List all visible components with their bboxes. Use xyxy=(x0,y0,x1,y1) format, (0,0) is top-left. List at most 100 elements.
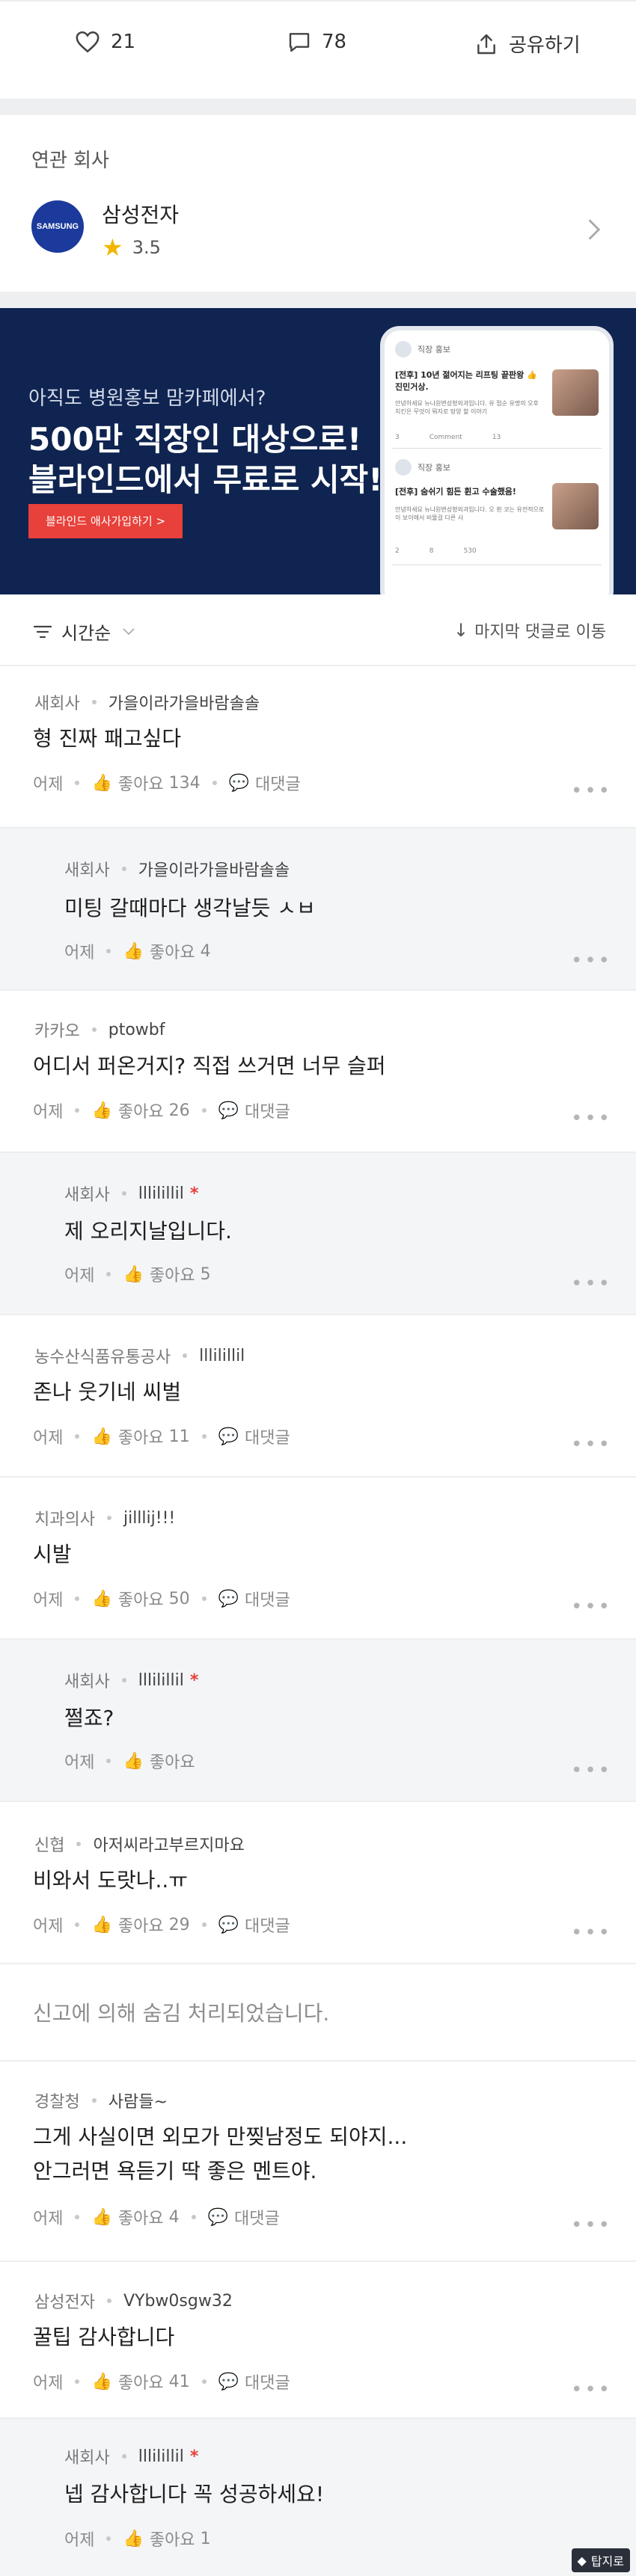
chevron-down-icon xyxy=(123,627,135,635)
more-options-icon[interactable]: ••• xyxy=(571,1596,612,1618)
comment-item: 신협 아저씨라고부르지마요 비와서 도랏나..ㅠ 어제 👍 좋아요 29 💬 대댓글 … xyxy=(0,1801,636,1963)
share-icon xyxy=(477,34,495,54)
sort-label: 시간순 xyxy=(61,623,111,644)
more-options-icon[interactable]: ••• xyxy=(571,2379,612,2401)
comment-nickname: 가을이라가을바람솔솔 xyxy=(108,695,260,713)
banner-cta-button[interactable]: 블라인드 애사가입하기 > xyxy=(28,504,183,538)
phone-post-2: [전후] 숨쉬기 힘든 휜고 수술했음! 안녕하세요 뉴나원변성형외과입니다. … xyxy=(392,483,602,565)
arrow-down-icon: ↓ xyxy=(453,620,469,641)
comment-nickname: lllilillil xyxy=(199,1346,245,1365)
comment-like-button[interactable]: 👍 좋아요 50 xyxy=(91,1587,189,1611)
comment-like-button[interactable]: 👍 좋아요 134 xyxy=(91,771,200,795)
banner-line2: 500만 직장인 대상으로! xyxy=(28,421,362,458)
more-options-icon[interactable]: ••• xyxy=(571,1107,612,1130)
comment-time: 어제 xyxy=(33,2374,64,2393)
comment-item: 새회사 가을이라가을바람솔솔 형 진짜 패고싶다 어제 👍 좋아요 134 💬 대댓글… xyxy=(0,665,636,827)
more-options-icon[interactable]: ••• xyxy=(571,1273,612,1295)
more-options-icon[interactable]: ••• xyxy=(571,1433,612,1456)
comment-nickname: 아저씨라고부르지마요 xyxy=(93,1836,245,1855)
comment-like-button[interactable]: 👍 좋아요 41 xyxy=(91,2370,189,2394)
comment-time: 어제 xyxy=(64,2531,95,2550)
more-options-icon[interactable]: ••• xyxy=(571,1922,612,1944)
comment-like-button[interactable]: 👍 좋아요 26 xyxy=(91,1098,189,1122)
thumbs-up-icon: 👍 xyxy=(91,2372,112,2391)
like-count: 21 xyxy=(111,31,136,53)
section-title: 연관 회사 xyxy=(31,150,109,172)
comment-like-button[interactable]: 👍 좋아요 xyxy=(123,1749,195,1773)
hidden-comment: 신고에 의해 숨김 처리되었습니다. xyxy=(0,1963,636,2060)
reply-button[interactable]: 💬 대댓글 xyxy=(218,1913,290,1937)
thumbs-up-icon: 👍 xyxy=(91,1427,112,1446)
comment-text: 존나 웃기네 씨벌 xyxy=(33,1380,182,1404)
phone-header-2: 직장 홍보 xyxy=(395,459,450,476)
reply-button[interactable]: 💬 대댓글 xyxy=(218,1424,290,1448)
speech-bubble-icon: 💬 xyxy=(207,2207,229,2227)
comment-time: 어제 xyxy=(33,1103,64,1122)
phone-header: 직장 홍보 xyxy=(395,341,450,357)
like-button[interactable]: 21 xyxy=(75,30,135,54)
reply-button[interactable]: 💬 대댓글 xyxy=(229,771,301,795)
section-gap xyxy=(0,99,636,115)
jump-to-last-button[interactable]: ↓ 마지막 댓글로 이동 xyxy=(453,618,606,642)
comment-text: 시발 xyxy=(33,1542,72,1567)
comment-time: 어제 xyxy=(64,1267,95,1285)
comment-time: 어제 xyxy=(33,775,64,794)
speech-bubble-icon: 💬 xyxy=(218,2372,239,2391)
more-options-icon[interactable]: ••• xyxy=(571,1759,612,1782)
reply-button[interactable]: 💬 대댓글 xyxy=(208,2205,280,2229)
phone-post-1: [전후] 10년 젊어지는 리프팅 끝판왕 👍 진민거상. 안녕하세요 뉴나원변… xyxy=(392,366,602,449)
comment-company: 치과의사 xyxy=(34,1510,95,1529)
comment-like-button[interactable]: 👍 좋아요 1 xyxy=(123,2527,210,2551)
comment-item: 경찰청 사람들~ 그게 사실이면 외모가 만찢남정도 되야지... 안그러면 욕듣… xyxy=(0,2060,636,2260)
ad-banner[interactable]: 아직도 병원홍보 맘카페에서? 500만 직장인 대상으로! 블라인드에서 무료… xyxy=(0,308,636,594)
comment-company: 새회사 xyxy=(64,1673,110,1691)
sort-dropdown[interactable]: 시간순 xyxy=(33,618,135,645)
reply-item: 새회사 lllilillil * 제 오리지날입니다. 어제 👍 좋아요 5 ••• xyxy=(0,1152,636,1314)
comment-icon xyxy=(289,33,310,52)
comment-nickname: 사람들~ xyxy=(108,2093,168,2112)
hidden-notice: 신고에 의해 숨김 처리되었습니다. xyxy=(33,2001,330,2026)
heart-icon xyxy=(76,31,100,53)
comment-nickname: lllilillil xyxy=(138,1184,184,1203)
more-options-icon[interactable]: ••• xyxy=(571,780,612,802)
company-name: 삼성전자 xyxy=(102,203,180,227)
comment-nickname: jilllij!!! xyxy=(123,1508,176,1528)
comment-time: 어제 xyxy=(33,1917,64,1936)
more-options-icon[interactable]: ••• xyxy=(571,950,612,972)
reply-item: 새회사 lllilillil * 쩔죠? 어제 👍 좋아요 ••• xyxy=(0,1638,636,1801)
logo-icon: ◆ xyxy=(577,2553,587,2568)
comment-text: 넵 감사합니다 꼭 성공하세요! xyxy=(64,2482,325,2506)
comment-like-button[interactable]: 👍 좋아요 4 xyxy=(123,939,210,963)
jump-label: 마지막 댓글로 이동 xyxy=(474,623,606,642)
comment-like-button[interactable]: 👍 좋아요 29 xyxy=(91,1913,189,1937)
speech-bubble-icon: 💬 xyxy=(218,1589,239,1608)
comment-company: 농수산식품유통공사 xyxy=(34,1348,171,1367)
comment-text-line1: 그게 사실이면 외모가 만찢남정도 되야지... xyxy=(33,2124,408,2149)
more-options-icon[interactable]: ••• xyxy=(571,2214,612,2237)
comment-like-button[interactable]: 👍 좋아요 11 xyxy=(91,1424,189,1448)
reply-button[interactable]: 💬 대댓글 xyxy=(218,1587,290,1611)
author-mark: * xyxy=(189,1670,199,1690)
comment-sort-bar: 시간순 ↓ 마지막 댓글로 이동 xyxy=(0,594,636,665)
comment-company: 삼성전자 xyxy=(34,2293,95,2312)
comment-time: 어제 xyxy=(33,2210,64,2228)
reply-button[interactable]: 💬 대댓글 xyxy=(218,1098,290,1122)
comment-nickname: lllilillil xyxy=(138,1670,184,1690)
comment-text: 제 오리지날입니다. xyxy=(64,1219,232,1244)
company-card[interactable]: SAMSUNG 삼성전자 ★ 3.5 xyxy=(0,190,636,280)
comment-company: 새회사 xyxy=(34,695,80,713)
speech-bubble-icon: 💬 xyxy=(218,1915,239,1934)
sort-icon xyxy=(33,625,52,638)
speech-bubble-icon: 💬 xyxy=(228,773,250,793)
comment-nickname: VYbw0sgw32 xyxy=(123,2291,233,2311)
reply-item: 새회사 lllilillil * 넵 감사합니다 꼭 성공하세요! 어제 👍 좋아요… xyxy=(0,2417,636,2576)
comment-like-button[interactable]: 👍 좋아요 5 xyxy=(123,1262,210,1286)
share-button[interactable]: 공유하기 xyxy=(474,30,581,58)
thumbs-up-icon: 👍 xyxy=(123,2529,144,2548)
comment-nickname: ptowbf xyxy=(108,1020,165,1039)
comment-count: 78 xyxy=(322,31,347,53)
comment-like-button[interactable]: 👍 좋아요 4 xyxy=(91,2205,179,2229)
comment-button[interactable]: 78 xyxy=(287,30,346,54)
thumbs-up-icon: 👍 xyxy=(123,941,144,961)
reply-button[interactable]: 💬 대댓글 xyxy=(218,2370,290,2394)
